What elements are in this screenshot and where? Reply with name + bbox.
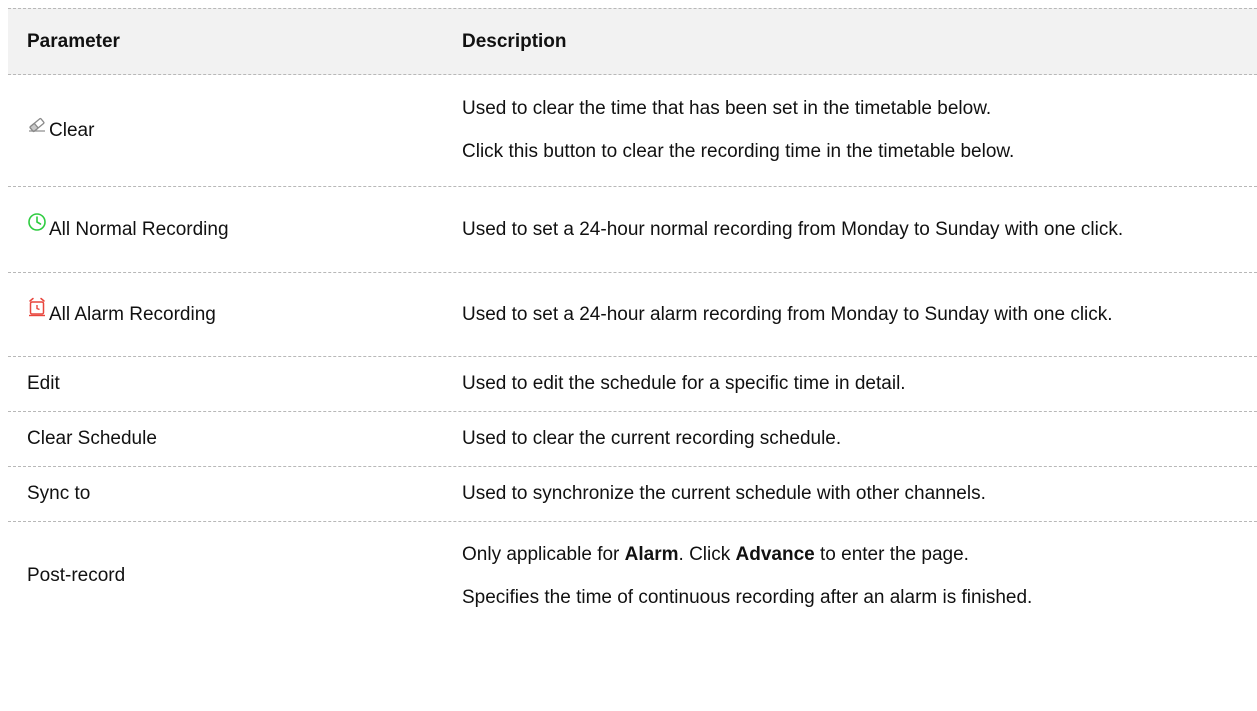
param-sync-to: Sync to <box>27 483 91 504</box>
desc-line: Only applicable for Alarm. Click Advance… <box>462 542 1247 568</box>
table-row: Sync to Used to synchronize the current … <box>8 467 1257 522</box>
param-post-record: Post-record <box>27 565 126 586</box>
table-header-row: Parameter Description <box>8 8 1257 75</box>
table-row: Clear Used to clear the time that has be… <box>8 75 1257 187</box>
clock-icon <box>27 212 47 232</box>
param-all-alarm-recording: All Alarm Recording <box>49 303 216 325</box>
param-clear: Clear <box>49 119 95 141</box>
desc-line: Used to clear the time that has been set… <box>462 98 992 119</box>
desc-line: Used to edit the schedule for a specific… <box>462 373 906 394</box>
desc-bold-alarm: Alarm <box>624 543 679 565</box>
header-parameter: Parameter <box>27 30 120 52</box>
desc-text: Only applicable for <box>462 543 625 565</box>
table-row: Edit Used to edit the schedule for a spe… <box>8 357 1257 412</box>
header-description: Description <box>462 30 567 52</box>
desc-line: Used to synchronize the current schedule… <box>462 483 986 504</box>
table-row: Clear Schedule Used to clear the current… <box>8 412 1257 467</box>
table-row: Post-record Only applicable for Alarm. C… <box>8 522 1257 630</box>
parameter-table: Parameter Description Clear Used to clea… <box>8 8 1257 630</box>
alarm-clock-icon <box>27 297 47 317</box>
desc-line: Click this button to clear the recording… <box>462 141 1015 162</box>
eraser-icon <box>27 113 47 133</box>
desc-line: Used to clear the current recording sche… <box>462 428 842 449</box>
desc-bold-advance: Advance <box>735 543 815 565</box>
desc-line: Used to set a 24-hour alarm recording fr… <box>462 303 1113 325</box>
desc-line: Specifies the time of continuous recordi… <box>462 586 1033 608</box>
desc-text: to enter the page. <box>814 543 969 565</box>
param-all-normal-recording: All Normal Recording <box>49 218 229 240</box>
param-edit: Edit <box>27 373 60 394</box>
table-row: All Normal Recording Used to set a 24-ho… <box>8 187 1257 273</box>
desc-line: Used to set a 24-hour normal recording f… <box>462 218 1124 240</box>
param-clear-schedule: Clear Schedule <box>27 428 157 449</box>
table-row: All Alarm Recording Used to set a 24-hou… <box>8 273 1257 357</box>
desc-text: . Click <box>678 543 736 565</box>
